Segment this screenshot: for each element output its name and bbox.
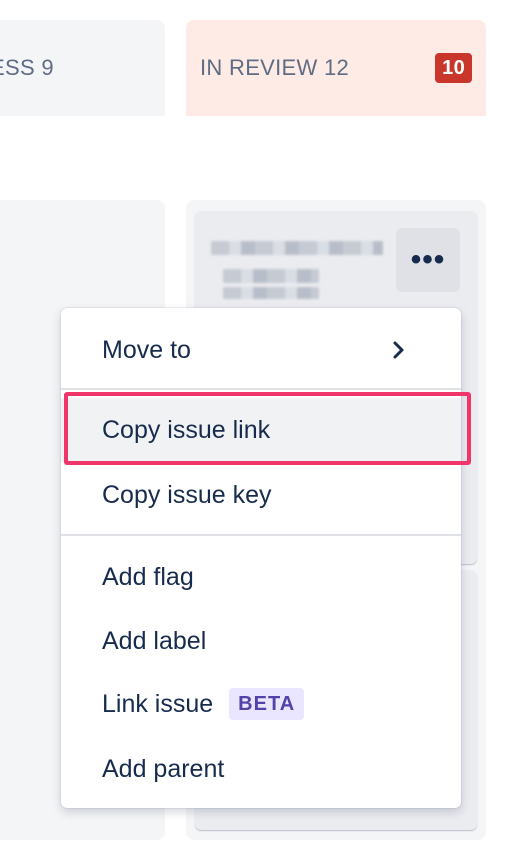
column-title: ESS 9: [0, 55, 54, 80]
wip-limit-badge: 10: [435, 53, 472, 83]
menu-item-label: Copy issue key: [102, 480, 272, 509]
menu-item-label: Add parent: [102, 754, 225, 783]
ellipsis-icon: •••: [410, 243, 446, 276]
board-view: ESS 9 IN REVIEW 12 10 ••• Move to Copy i…: [0, 0, 512, 862]
menu-item-add-parent[interactable]: Add parent: [61, 737, 461, 801]
menu-divider: [61, 388, 461, 390]
menu-item-label: Move to: [102, 335, 191, 364]
menu-item-label: Copy issue link: [102, 415, 271, 444]
more-actions-button[interactable]: •••: [396, 228, 460, 292]
menu-item-label: Link issue: [102, 689, 214, 718]
column-header-in-review: IN REVIEW 12 10: [186, 20, 486, 116]
chevron-right-icon: [393, 341, 404, 359]
menu-item-link-issue[interactable]: Link issue BETA: [61, 672, 461, 736]
menu-item-label: Add flag: [102, 562, 194, 591]
menu-item-copy-issue-link[interactable]: Copy issue link: [61, 398, 461, 462]
card-actions-menu: Move to Copy issue link Copy issue key A…: [61, 308, 461, 808]
blurred-summary-line: [223, 287, 319, 299]
beta-badge: BETA: [229, 688, 305, 720]
menu-item-label: Add label: [102, 626, 207, 655]
menu-item-copy-issue-key[interactable]: Copy issue key: [61, 463, 461, 527]
blurred-summary-line: [211, 241, 383, 255]
column-header-in-progress: ESS 9: [0, 20, 165, 116]
menu-divider: [61, 534, 461, 536]
blurred-summary-line: [223, 269, 319, 283]
column-title: IN REVIEW 12: [200, 55, 350, 80]
menu-item-add-label[interactable]: Add label: [61, 609, 461, 673]
menu-item-move-to[interactable]: Move to: [61, 318, 461, 382]
menu-item-add-flag[interactable]: Add flag: [61, 545, 461, 609]
